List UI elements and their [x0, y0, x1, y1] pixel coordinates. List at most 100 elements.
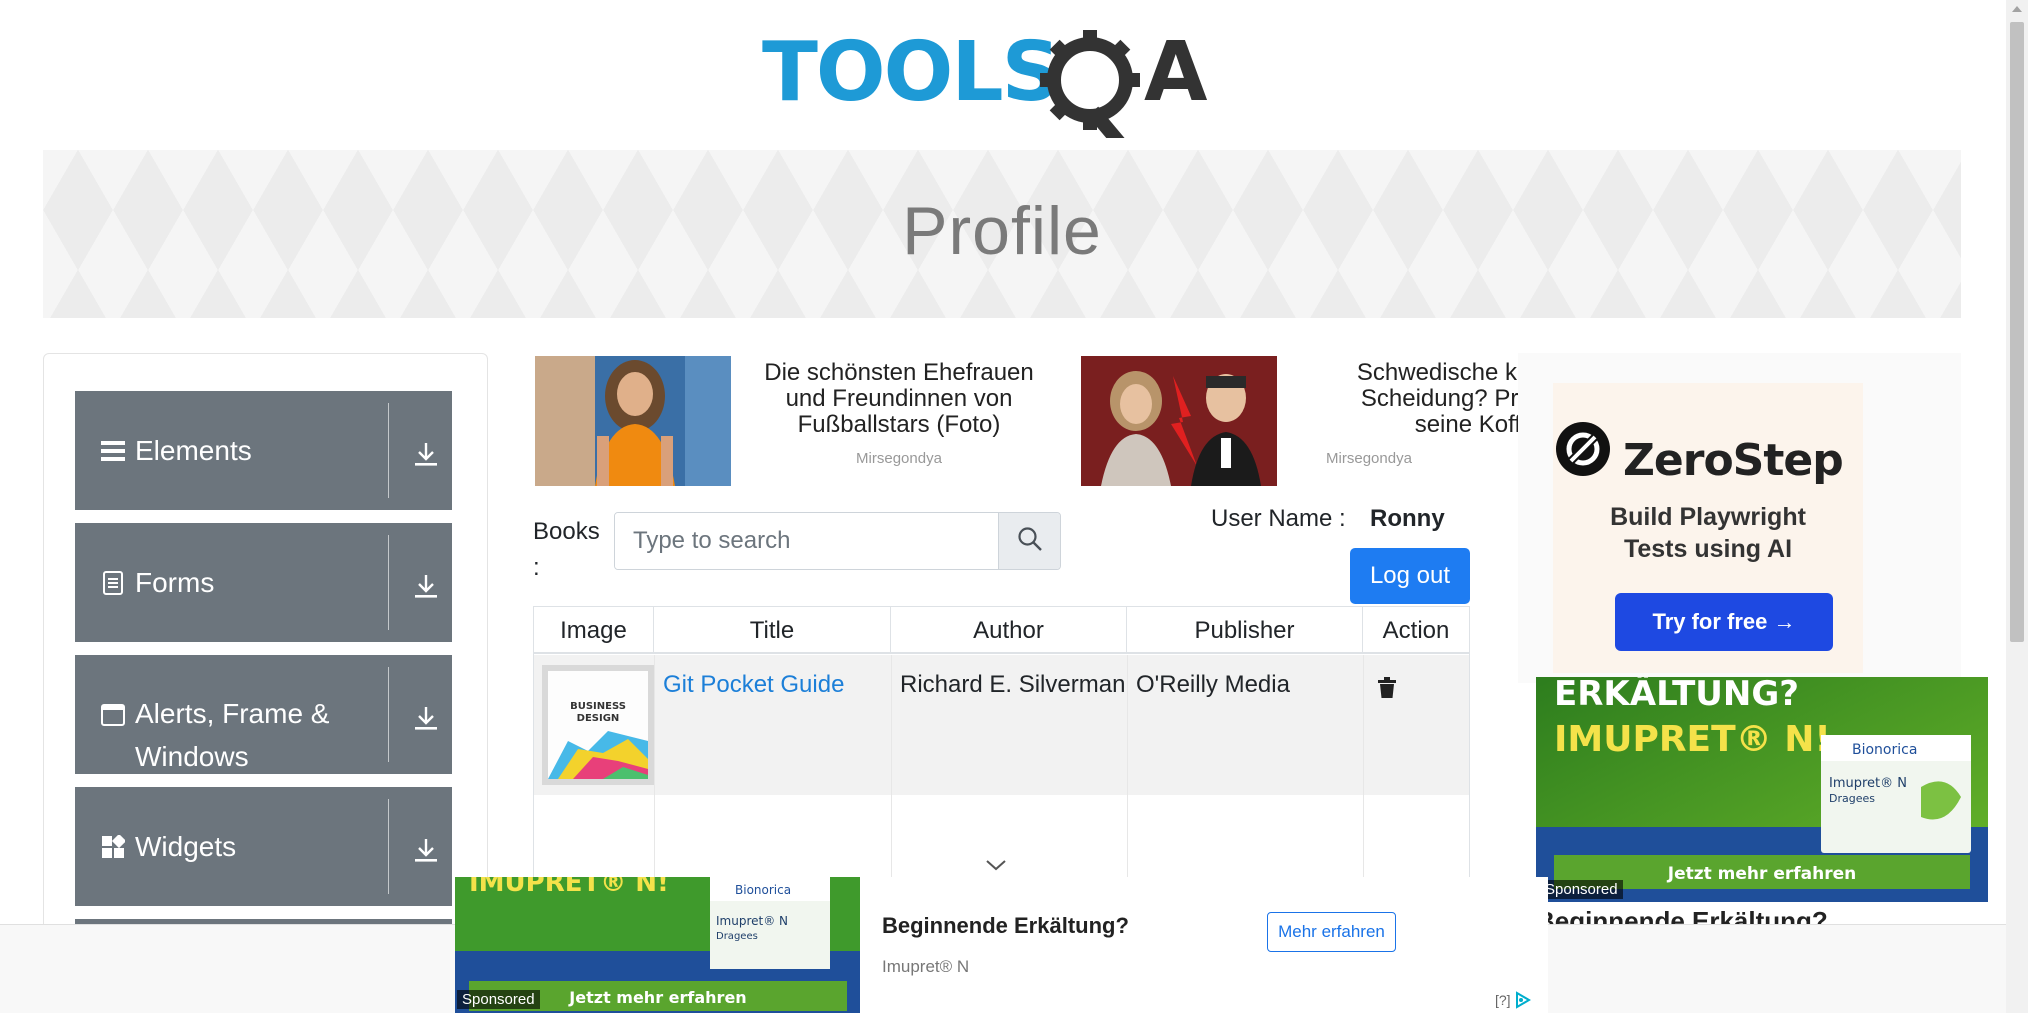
divider: [388, 799, 389, 894]
imupret-product: Imupret® N: [1829, 776, 1907, 791]
download-arrow-icon[interactable]: [414, 705, 438, 731]
download-arrow-icon[interactable]: [414, 573, 438, 599]
chevron-down-icon[interactable]: [984, 858, 1008, 877]
adchoices-icon[interactable]: [1514, 991, 1532, 1012]
ad-title: Schwedische köni Scheidung? Prinz seine …: [1289, 360, 1518, 438]
zerostep-tagline-line: Tests using AI: [1623, 535, 1793, 563]
ad-title-line: Schwedische köni: [1356, 359, 1518, 386]
page: TOOLS A Profile Elements Forms Alerts, F…: [0, 0, 2028, 1013]
trash-icon[interactable]: [1377, 677, 1397, 704]
ad-title: Die schönsten Ehefrauen und Freundinnen …: [743, 360, 1055, 438]
sidebar-group-label: Forms: [135, 567, 215, 598]
ad-title-line: seine Koffer!: [1414, 411, 1518, 438]
bottom-sticky-ad[interactable]: IMUPRET® N! Bionorica Imupret® N Dragees…: [455, 877, 1548, 1013]
ad-card-2[interactable]: Schwedische köni Scheidung? Prinz seine …: [1081, 356, 1518, 488]
page-title: Profile: [902, 193, 1102, 269]
sidebar-group-label-line2: Windows: [135, 741, 249, 772]
download-arrow-icon[interactable]: [414, 837, 438, 863]
sidebar-group-alerts-frame-windows[interactable]: Alerts, Frame & Windows: [75, 655, 452, 774]
book-cover-image: BUSINESS DESIGN: [542, 665, 654, 785]
sidebar-group-label-line1: Alerts, Frame &: [135, 698, 330, 729]
column-header-author[interactable]: Author: [891, 607, 1127, 654]
imupret-brand: Bionorica: [1852, 742, 1917, 758]
document-icon: [101, 571, 125, 595]
svg-text:TOOLS: TOOLS: [762, 25, 1059, 120]
cover-text: BUSINESS: [570, 701, 626, 712]
download-arrow-icon[interactable]: [414, 441, 438, 467]
sidebar-group-forms[interactable]: Forms: [75, 523, 452, 642]
imupret-cta: Jetzt mehr erfahren: [1667, 864, 1856, 884]
imupret-product-sub: Dragees: [1829, 792, 1875, 805]
column-header-action[interactable]: Action: [1363, 607, 1469, 654]
zerostep-logo-icon: [1555, 421, 1611, 482]
divider: [1363, 655, 1364, 881]
toolsqa-logo[interactable]: TOOLS A: [760, 18, 1250, 150]
bottom-ad-product: Imupret® N: [716, 914, 788, 928]
sponsored-badge: Sponsored: [457, 990, 540, 1009]
zerostep-ad[interactable]: ZeroStep Build Playwright Tests using AI…: [1518, 353, 1961, 683]
imupret-ad[interactable]: ERKÄLTUNG? IMUPRET® N! Bionorica Imupret…: [1536, 677, 1988, 902]
scroll-up-arrow-icon[interactable]: [2012, 6, 2022, 12]
ad-title-line: Scheidung? Prinz: [1360, 385, 1518, 412]
ad-image: [1081, 356, 1277, 486]
widgets-icon: [101, 833, 127, 859]
imupret-headline: ERKÄLTUNG?: [1554, 677, 1799, 714]
mehr-erfahren-button[interactable]: Mehr erfahren: [1267, 912, 1396, 952]
ad-title-line: Die schönsten Ehefrauen: [764, 359, 1034, 386]
books-label-line2: :: [533, 554, 540, 581]
bottom-ad-title[interactable]: Beginnende Erkältung?: [882, 913, 1129, 939]
book-title-link[interactable]: Git Pocket Guide: [663, 671, 844, 699]
scrollbar-thumb[interactable]: [2010, 22, 2024, 642]
books-table: Image Title Author Publisher Action BUSI…: [533, 606, 1470, 881]
books-label: Books :: [533, 514, 603, 586]
ad-info-link[interactable]: [?]: [1495, 991, 1532, 1012]
divider: [891, 655, 892, 881]
divider: [388, 535, 389, 630]
books-label-line1: Books: [533, 518, 600, 545]
divider: [654, 655, 655, 881]
column-header-publisher[interactable]: Publisher: [1127, 607, 1363, 654]
zerostep-ad-card: ZeroStep Build Playwright Tests using AI…: [1553, 383, 1863, 673]
table-row: BUSINESS DESIGN Git Pocket Guide Richard…: [534, 655, 1469, 795]
vertical-scrollbar[interactable]: [2006, 0, 2028, 1013]
zerostep-name: ZeroStep: [1623, 435, 1844, 486]
zerostep-tagline: Build Playwright Tests using AI: [1553, 501, 1863, 565]
window-icon: [101, 703, 125, 727]
bottom-ad-cta: Jetzt mehr erfahren: [568, 988, 746, 1007]
sidebar-group-elements[interactable]: Elements: [75, 391, 452, 510]
ad-source: Mirsegondya: [856, 450, 942, 467]
sidebar-group-label: Widgets: [135, 831, 237, 862]
book-publisher: O'Reilly Media: [1136, 671, 1290, 698]
bottom-ad-brand: Bionorica: [735, 883, 791, 897]
ad-title-line: Fußballstars (Foto): [797, 411, 1001, 438]
search-button[interactable]: [998, 513, 1060, 569]
hamburger-icon: [101, 439, 125, 463]
column-header-title[interactable]: Title: [654, 607, 891, 654]
cover-text: DESIGN: [577, 713, 620, 724]
svg-text:A: A: [1144, 25, 1208, 120]
imupret-headline: IMUPRET® N!: [1554, 719, 1831, 760]
page-banner: Profile: [43, 150, 1961, 318]
divider: [1127, 655, 1128, 881]
book-author: Richard E. Silverman: [900, 671, 1126, 698]
divider: [388, 667, 389, 762]
sidebar: Elements Forms Alerts, Frame & Windows W…: [43, 353, 488, 1013]
username-label: User Name :: [1211, 505, 1346, 532]
zerostep-tagline-line: Build Playwright: [1610, 503, 1806, 531]
try-for-free-button[interactable]: Try for free →: [1615, 593, 1833, 651]
search-input[interactable]: [615, 513, 998, 569]
logout-button[interactable]: Log out: [1350, 548, 1470, 604]
column-header-image[interactable]: Image: [534, 607, 654, 654]
ad-card-1[interactable]: Die schönsten Ehefrauen und Freundinnen …: [535, 356, 1055, 488]
bottom-ad-subtitle: Imupret® N: [882, 957, 970, 976]
bottom-ad-headline: IMUPRET® N!: [469, 877, 669, 898]
search-icon: [1017, 526, 1043, 557]
ad-image: [535, 356, 731, 486]
sidebar-group-widgets[interactable]: Widgets: [75, 787, 452, 906]
ad-source: Mirsegondya: [1326, 450, 1412, 467]
ad-title-line: und Freundinnen von: [785, 385, 1013, 412]
search-box: [614, 512, 1061, 570]
sidebar-group-label: Elements: [135, 435, 252, 466]
bottom-ad-product-sub: Dragees: [716, 931, 758, 942]
divider: [388, 403, 389, 498]
